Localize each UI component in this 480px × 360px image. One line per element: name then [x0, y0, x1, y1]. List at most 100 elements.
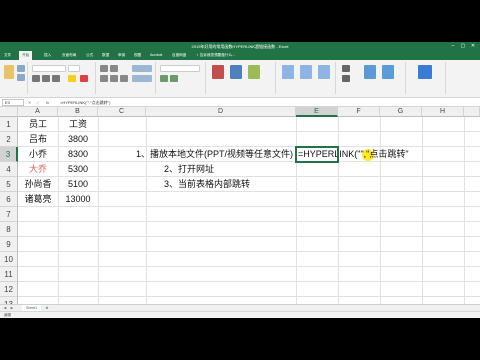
align-top-icon[interactable] — [100, 65, 108, 72]
cut-icon[interactable] — [17, 65, 25, 72]
underline-icon[interactable] — [52, 75, 60, 82]
tab-baidu-netdisk[interactable]: 百度网盘 — [172, 51, 186, 60]
tab-page-layout[interactable]: 页面布局 — [62, 51, 76, 60]
align-center-icon[interactable] — [110, 75, 118, 82]
column-header-b[interactable]: B — [58, 107, 98, 117]
tab-data[interactable]: 数据 — [102, 51, 109, 60]
copy-icon[interactable] — [17, 74, 25, 81]
status-mode: 编辑 — [4, 313, 11, 317]
delete-cells-icon[interactable] — [300, 65, 312, 79]
conditional-format-icon[interactable] — [212, 65, 224, 79]
row-header-3[interactable]: 3 — [0, 147, 18, 162]
gridline — [18, 266, 480, 267]
row-header-8[interactable]: 8 — [0, 222, 18, 237]
name-box[interactable]: E3 — [2, 99, 24, 106]
enter-icon[interactable]: ✓ — [36, 99, 39, 106]
currency-icon[interactable] — [160, 75, 168, 82]
row-header-10[interactable]: 10 — [0, 252, 18, 267]
cell-b3[interactable]: 8300 — [58, 147, 98, 162]
gridline — [18, 251, 480, 252]
cell-styles-icon[interactable] — [248, 65, 260, 79]
format-cells-icon[interactable] — [318, 65, 330, 79]
row-header-9[interactable]: 9 — [0, 237, 18, 252]
cell-b4[interactable]: 5300 — [58, 162, 98, 177]
sheet-tab-bar: ◀ ▶ Sheet1 ⊕ — [0, 304, 480, 312]
status-bar: 编辑 — [0, 311, 480, 318]
row-header-11[interactable]: 11 — [0, 267, 18, 282]
cancel-icon[interactable]: ✕ — [28, 99, 31, 106]
cells-group — [276, 62, 336, 94]
cell-a1[interactable]: 员工 — [18, 117, 58, 132]
paste-icon[interactable] — [4, 65, 14, 79]
align-left-icon[interactable] — [100, 75, 108, 82]
merge-center-button[interactable] — [132, 75, 152, 82]
tab-file[interactable]: 文件 — [4, 51, 11, 60]
align-middle-icon[interactable] — [110, 65, 118, 72]
cell-a2[interactable]: 吕布 — [18, 132, 58, 147]
gridline — [18, 236, 480, 237]
cell-b5[interactable]: 5100 — [58, 177, 98, 192]
number-group — [156, 62, 206, 94]
cell-a4[interactable]: 大乔 — [18, 162, 58, 177]
number-format-select[interactable] — [160, 65, 200, 72]
cell-d3[interactable]: 1、播放本地文件(PPT/视频等任意文件) — [126, 147, 296, 162]
cloud-save-icon[interactable] — [418, 65, 432, 79]
select-all-corner[interactable] — [0, 107, 18, 117]
window-title: 2019年好用的常用函数HYPERLINK超链接函数 - Excel — [191, 44, 289, 49]
find-select-icon[interactable] — [382, 65, 394, 79]
styles-group — [206, 62, 276, 94]
tab-insert[interactable]: 插入 — [44, 51, 51, 60]
insert-function-icon[interactable]: fx — [46, 99, 49, 106]
bold-icon[interactable] — [32, 75, 40, 82]
tab-acrobat[interactable]: Acrobat — [150, 51, 162, 60]
minimize-icon[interactable]: – — [448, 42, 458, 51]
active-cell-border — [295, 146, 339, 163]
fill-icon[interactable] — [342, 75, 350, 82]
cell-d5[interactable]: 3、当前表格内部跳转 — [164, 177, 294, 192]
tab-review[interactable]: 审阅 — [118, 51, 125, 60]
close-icon[interactable]: ✕ — [468, 42, 478, 51]
row-header-2[interactable]: 2 — [0, 132, 18, 147]
insert-cells-icon[interactable] — [282, 65, 294, 79]
tell-me-search[interactable]: ♀ 告诉我您想要做什么... — [196, 51, 235, 60]
cell-b1[interactable]: 工资 — [58, 117, 98, 132]
column-header-d[interactable]: D — [146, 107, 296, 117]
sort-filter-icon[interactable] — [364, 65, 376, 79]
cell-a3[interactable]: 小乔 — [18, 147, 58, 162]
cell-b2[interactable]: 3800 — [58, 132, 98, 147]
cell-d4[interactable]: 2、打开网址 — [164, 162, 294, 177]
fill-color-icon[interactable] — [68, 75, 76, 82]
column-header-f[interactable]: F — [338, 107, 380, 117]
cell-b6[interactable]: 13000 — [58, 192, 98, 207]
column-header-c[interactable]: C — [98, 107, 146, 117]
autosum-icon[interactable] — [342, 65, 350, 72]
align-right-icon[interactable] — [120, 75, 128, 82]
wrap-text-button[interactable] — [132, 65, 152, 72]
font-size-select[interactable] — [68, 65, 80, 72]
percent-icon[interactable] — [170, 75, 178, 82]
tab-view[interactable]: 视图 — [134, 51, 141, 60]
tab-formulas[interactable]: 公式 — [86, 51, 93, 60]
row-header-7[interactable]: 7 — [0, 207, 18, 222]
cell-a6[interactable]: 诸葛亮 — [18, 192, 58, 207]
format-as-table-icon[interactable] — [230, 65, 242, 79]
row-header-5[interactable]: 5 — [0, 177, 18, 192]
column-header-i[interactable] — [464, 107, 480, 117]
column-header-e[interactable]: E — [296, 107, 338, 117]
row-header-4[interactable]: 4 — [0, 162, 18, 177]
clipboard-group — [0, 62, 28, 94]
row-header-12[interactable]: 12 — [0, 282, 18, 297]
column-header-g[interactable]: G — [380, 107, 422, 117]
cell-a5[interactable]: 孙尚香 — [18, 177, 58, 192]
maximize-icon[interactable]: ▢ — [458, 42, 468, 51]
column-header-a[interactable]: A — [18, 107, 58, 117]
italic-icon[interactable] — [42, 75, 50, 82]
gridline — [18, 281, 480, 282]
row-header-6[interactable]: 6 — [0, 192, 18, 207]
formula-input[interactable]: =HYPERLINK("","点击跳转") — [60, 99, 110, 106]
font-name-select[interactable] — [32, 65, 66, 72]
font-color-icon[interactable] — [80, 75, 88, 82]
row-header-1[interactable]: 1 — [0, 117, 18, 132]
column-header-h[interactable]: H — [422, 107, 464, 117]
tab-home[interactable]: 开始 — [19, 51, 33, 60]
